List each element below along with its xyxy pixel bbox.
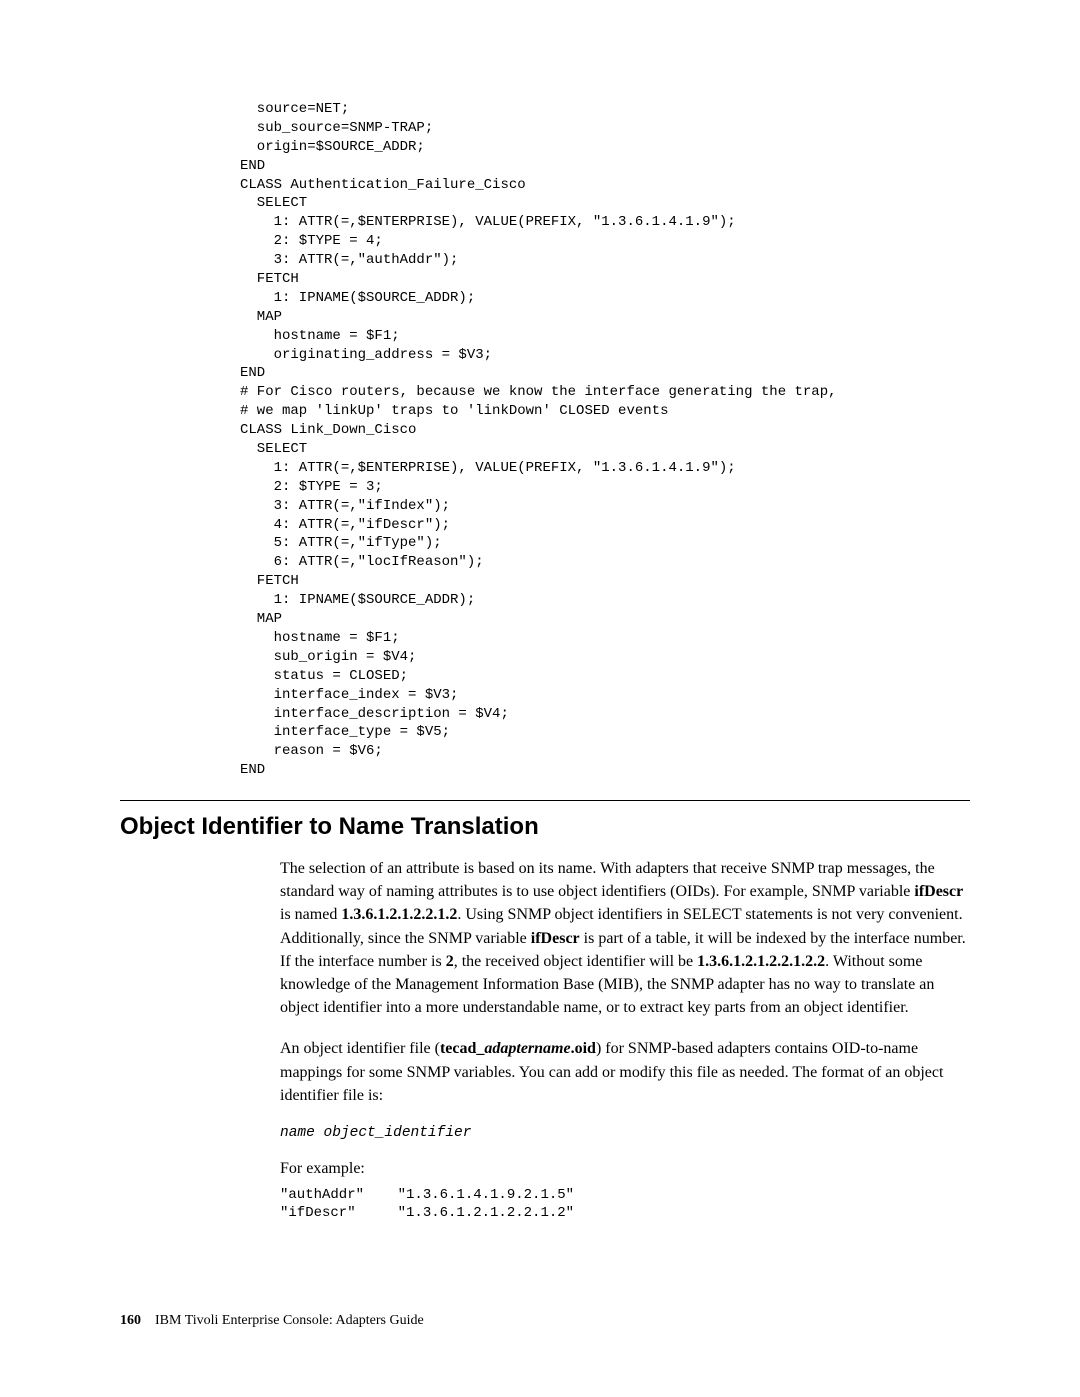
paragraph-3: For example: xyxy=(280,1157,970,1180)
bold-oid: 1.3.6.1.2.1.2.2.1.2 xyxy=(341,906,457,923)
page-footer: 160 IBM Tivoli Enterprise Console: Adapte… xyxy=(120,1313,970,1329)
bold-oid-ext: .oid xyxy=(571,1040,596,1057)
section-divider xyxy=(120,800,970,801)
paragraph-2: An object identifier file (tecad_adapter… xyxy=(280,1037,970,1107)
page-number: 160 xyxy=(120,1313,141,1329)
bold-ifdescr: ifDescr xyxy=(914,883,963,900)
section-title: Object Identifier to Name Translation xyxy=(120,813,970,841)
bold-tecad: tecad_ xyxy=(440,1040,484,1057)
bold-oid-2: 1.3.6.1.2.1.2.2.1.2.2 xyxy=(697,953,825,970)
code-block: source=NET; sub_source=SNMP-TRAP; origin… xyxy=(240,100,970,780)
text: , the received object identifier will be xyxy=(454,953,697,970)
bold-two: 2 xyxy=(446,953,454,970)
bold-ifdescr-2: ifDescr xyxy=(531,930,580,947)
text: An object identifier file ( xyxy=(280,1040,440,1057)
paragraph-1: The selection of an attribute is based o… xyxy=(280,857,970,1019)
format-line: name object_identifier xyxy=(280,1125,970,1141)
book-title: IBM Tivoli Enterprise Console: Adapters … xyxy=(155,1313,424,1328)
text: The selection of an attribute is based o… xyxy=(280,860,935,900)
text: is named xyxy=(280,906,341,923)
bold-italic-adaptername: adaptername xyxy=(484,1040,570,1057)
example-code: "authAddr" "1.3.6.1.4.1.9.2.1.5" "ifDesc… xyxy=(280,1186,970,1222)
